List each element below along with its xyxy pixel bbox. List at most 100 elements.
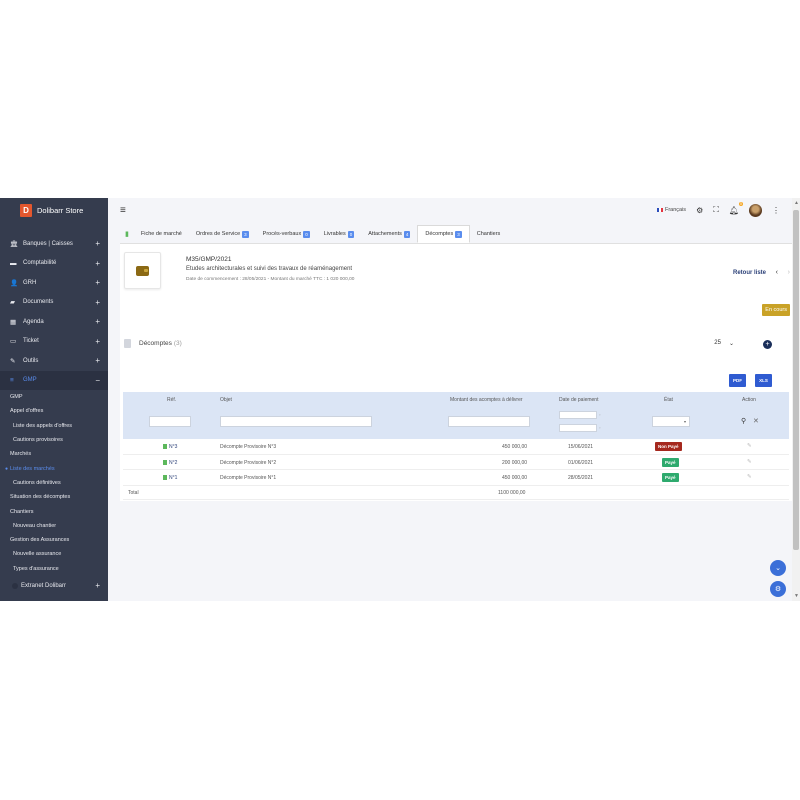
add-decompte-button[interactable]: +	[763, 340, 772, 349]
chevron-left-icon[interactable]: ‹	[776, 269, 778, 276]
calendar-icon[interactable]: ▫	[599, 425, 600, 430]
plus-icon: +	[95, 317, 100, 327]
notification-badge: 0	[739, 201, 743, 206]
back-to-list-link[interactable]: Retour liste	[733, 270, 766, 276]
submenu-item-label: Gestion des Assurances	[10, 537, 70, 544]
sidebar-item-agenda[interactable]: ▦ Agenda +	[0, 312, 108, 332]
decomptes-count: (3)	[173, 340, 182, 347]
search-icon[interactable]: ⚲	[741, 417, 746, 425]
column-header-action: Action	[742, 397, 756, 403]
submenu-item[interactable]: Marchés	[0, 447, 108, 461]
clear-filter-icon[interactable]: ✕	[753, 417, 759, 425]
export-xls-button[interactable]: XLS	[755, 374, 772, 387]
hamburger-icon[interactable]: ≡	[120, 205, 126, 216]
column-header-ref[interactable]: Réf.	[167, 397, 176, 403]
submenu-item[interactable]: GMP	[0, 390, 108, 404]
submenu-item[interactable]: Cautions définitives	[0, 476, 108, 490]
tab-label: Procès-verbaux	[262, 231, 302, 237]
decompte-ref-link[interactable]: N°3	[163, 444, 177, 450]
tab-count-badge: 3	[242, 230, 249, 238]
submenu-item[interactable]: Liste des appels d'offres	[0, 419, 108, 433]
tab-attachements[interactable]: Attachements 4	[361, 225, 417, 243]
submenu-item-label: GMP	[10, 394, 23, 401]
document-icon[interactable]: ▮	[120, 225, 134, 243]
ticket-icon: ▭	[10, 338, 17, 346]
filter-montant-input[interactable]	[448, 416, 530, 427]
column-header-date[interactable]: Date de paiement	[559, 397, 598, 403]
status-badge: Payé	[662, 457, 679, 467]
scroll-down-icon[interactable]: ▼	[794, 593, 799, 599]
sidebar-item-grh[interactable]: 👤 GRH +	[0, 273, 108, 293]
sidebar-item-gmp[interactable]: ≡ GMP −	[0, 370, 108, 390]
sidebar-item-extranet[interactable]: Extranet Dolibarr +	[0, 576, 108, 596]
filter-etat-select[interactable]: ▾	[652, 416, 690, 427]
language-selector[interactable]: Français	[656, 207, 686, 213]
tab-chantiers[interactable]: Chantiers	[470, 225, 508, 243]
submenu-item[interactable]: Nouvelle assurance	[0, 547, 108, 561]
sidebar-item-label: Agenda	[23, 318, 44, 325]
column-header-etat[interactable]: État	[664, 397, 673, 403]
sidebar-item-ticket[interactable]: ▭ Ticket +	[0, 332, 108, 352]
submenu-item[interactable]: Cautions provisoires	[0, 433, 108, 447]
avatar[interactable]	[749, 203, 762, 217]
decompte-date: 01/06/2021	[568, 459, 594, 466]
submenu-item[interactable]: Nouveau chantier	[0, 519, 108, 533]
scroll-down-button[interactable]: ⌄	[770, 560, 786, 576]
tab-bar: ▮ Fiche de marché Ordres de Service 3 Procè…	[120, 225, 792, 244]
filter-date-to-input[interactable]	[559, 424, 597, 432]
sidebar-item-documents[interactable]: ▰ Documents +	[0, 293, 108, 313]
filter-date-from-input[interactable]	[559, 411, 597, 419]
gear-icon[interactable]: ⚙	[696, 206, 703, 215]
sidebar-item-banques-caisses[interactable]: 🏛 Banques | Caisses +	[0, 234, 108, 254]
settings-fab-icon[interactable]: ⚙	[770, 581, 786, 597]
sidebar: D Dolibarr Store 🏛 Banques | Caisses + ▬ Com…	[0, 198, 108, 601]
sidebar-item-outils[interactable]: ✎ Outils +	[0, 351, 108, 371]
page-scrollbar[interactable]: ▲ ▼	[792, 198, 800, 601]
submenu-item-label: Liste des appels d'offres	[13, 422, 73, 429]
sidebar-item-label: Extranet Dolibarr	[21, 582, 67, 589]
tab-d-comptes[interactable]: Décomptes 3	[417, 225, 470, 243]
filter-objet-input[interactable]	[220, 416, 372, 427]
decompte-ref-link[interactable]: N°2	[163, 460, 177, 466]
list-icon: ≡	[10, 376, 14, 384]
sidebar-item-label: GMP	[23, 377, 37, 384]
edit-pencil-icon[interactable]: ✎	[747, 474, 752, 480]
submenu-item[interactable]: ● Liste des marchés	[0, 461, 108, 475]
table-row: N°1 Décompte Provisoire N°1 450 000,00 28/0…	[123, 470, 789, 486]
tab-fiche-de-march-[interactable]: Fiche de marché	[134, 225, 189, 243]
submenu-item[interactable]: Appel d'offres	[0, 404, 108, 418]
tab-label: Livrables	[323, 231, 346, 237]
more-vertical-icon[interactable]: ⋮	[772, 206, 780, 215]
submenu-item[interactable]: Situation des décomptes	[0, 490, 108, 504]
bell-icon[interactable]: 🔔︎ 0	[729, 201, 743, 215]
brand[interactable]: D Dolibarr Store	[0, 198, 108, 222]
document-icon	[124, 339, 131, 348]
submenu-item[interactable]: Chantiers	[0, 504, 108, 518]
calendar-icon[interactable]: ▫	[599, 412, 600, 417]
fullscreen-icon[interactable]: ⛶	[713, 205, 719, 215]
decompte-ref-link[interactable]: N°1	[163, 475, 177, 481]
submenu-item[interactable]: Gestion des Assurances	[0, 533, 108, 547]
edit-pencil-icon[interactable]: ✎	[747, 443, 752, 449]
tab-livrables[interactable]: Livrables 0	[317, 225, 362, 243]
decomptes-title: Décomptes	[139, 340, 172, 347]
per-page-select[interactable]: 25 ⌄	[714, 340, 734, 347]
export-pdf-button[interactable]: PDF	[729, 374, 746, 387]
submenu-item-label: Cautions provisoires	[13, 437, 63, 444]
tab-ordres-de-service[interactable]: Ordres de Service 3	[189, 225, 256, 243]
scrollbar-thumb[interactable]	[793, 210, 799, 550]
tab-label: Décomptes	[425, 231, 454, 237]
submenu-item[interactable]: Types d'assurance	[0, 562, 108, 576]
marche-card: M35/GMP/2021 Etudes architecturales et s…	[120, 244, 792, 501]
column-header-objet[interactable]: Objet	[220, 397, 232, 403]
edit-pencil-icon[interactable]: ✎	[747, 459, 752, 465]
decompte-date: 15/06/2021	[568, 444, 594, 450]
tab-count-badge: 4	[403, 230, 411, 238]
tab-proc-s-verbaux[interactable]: Procès-verbaux 0	[256, 225, 317, 243]
decompte-objet: Décompte Provisoire N°1	[220, 475, 277, 481]
sidebar-item-comptabilit-[interactable]: ▬ Comptabilité +	[0, 254, 108, 274]
filter-ref-input[interactable]	[149, 416, 191, 427]
column-header-montant[interactable]: Montant des acomptes à délivrer	[450, 397, 523, 403]
scroll-up-icon[interactable]: ▲	[794, 200, 799, 206]
chevron-right-icon[interactable]: ›	[788, 269, 790, 276]
